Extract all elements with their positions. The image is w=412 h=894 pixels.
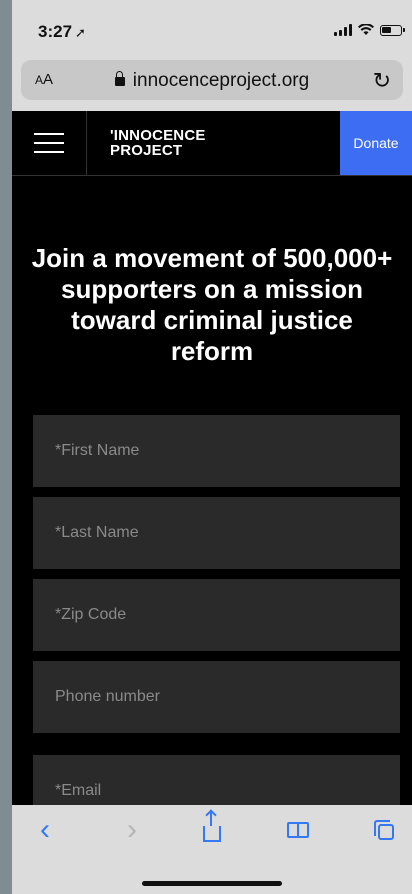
location-icon: ➚ [75, 25, 86, 40]
lock-icon [114, 71, 125, 86]
phone-screen: 3:27 ➚ AA innocenceproject.org ↻ 'INNOCE… [12, 0, 412, 894]
forward-chevron-icon: › [127, 813, 137, 846]
back-chevron-icon: ‹ [40, 813, 50, 846]
forward-button[interactable]: › [112, 815, 152, 845]
wifi-icon [358, 24, 374, 35]
status-icons [334, 24, 405, 36]
share-button[interactable] [192, 812, 232, 845]
status-bar: 3:27 ➚ [12, 0, 412, 52]
home-indicator [142, 881, 282, 886]
site-logo[interactable]: 'INNOCENCE PROJECT [110, 128, 206, 158]
bookmarks-icon [287, 822, 309, 838]
url-text: innocenceproject.org [132, 70, 310, 91]
header-divider [86, 111, 87, 175]
first-name-field[interactable]: *First Name [33, 415, 400, 487]
back-button[interactable]: ‹ [25, 815, 65, 845]
phone-number-field[interactable]: Phone number [33, 661, 400, 733]
page-headline: Join a movement of 500,000+ supporters o… [31, 243, 393, 366]
zip-code-field[interactable]: *Zip Code [33, 579, 400, 651]
url-display[interactable]: innocenceproject.org [21, 70, 403, 92]
reload-icon[interactable]: ↻ [373, 68, 391, 94]
tabs-icon [374, 820, 394, 840]
menu-icon[interactable] [34, 133, 64, 153]
time-text: 3:27 [38, 22, 73, 41]
address-bar[interactable]: AA innocenceproject.org ↻ [21, 60, 403, 100]
cellular-signal-icon [334, 24, 352, 36]
status-time: 3:27 ➚ [38, 22, 86, 42]
donate-button[interactable]: Donate [340, 111, 412, 175]
share-icon [203, 812, 221, 842]
browser-toolbar: ‹ › [12, 805, 412, 894]
battery-icon [380, 24, 405, 36]
tabs-button[interactable] [364, 815, 404, 845]
browser-top-chrome: 3:27 ➚ AA innocenceproject.org ↻ [12, 0, 412, 111]
last-name-field[interactable]: *Last Name [33, 497, 400, 569]
bookmarks-button[interactable] [278, 815, 318, 845]
site-header: 'INNOCENCE PROJECT Donate [12, 111, 412, 176]
